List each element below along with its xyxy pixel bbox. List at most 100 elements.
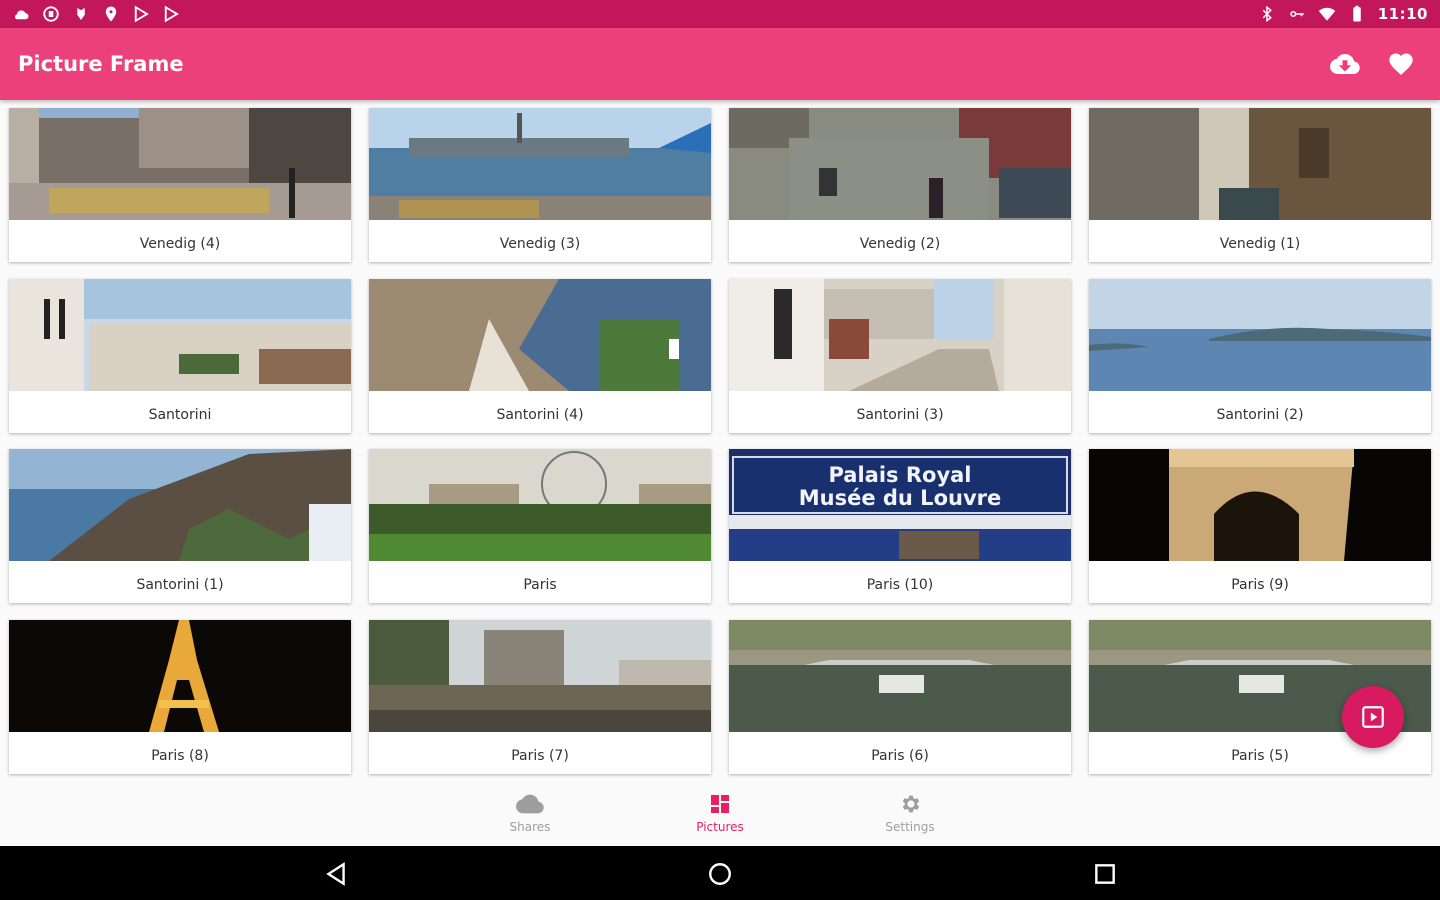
app-actions xyxy=(1330,49,1422,79)
picture-card-label: Paris (7) xyxy=(511,748,569,764)
picture-thumbnail xyxy=(9,449,351,561)
picture-thumbnail xyxy=(369,279,711,391)
thumbnail-image xyxy=(1089,279,1431,391)
picture-card-label: Venedig (3) xyxy=(499,236,581,252)
picture-card-label: Paris xyxy=(523,577,557,593)
picture-thumbnail xyxy=(729,108,1071,220)
nav-item-label: Pictures xyxy=(696,820,744,834)
picture-card-label: Venedig (1) xyxy=(1219,236,1301,252)
thumbnail-image xyxy=(9,279,351,391)
wifi-icon xyxy=(1318,7,1335,21)
thumbnail-image xyxy=(729,620,1071,732)
status-time: 11:10 xyxy=(1377,5,1428,23)
thumbnail-image xyxy=(369,620,711,732)
nav-item-label: Settings xyxy=(885,820,935,834)
dashboard-icon xyxy=(711,795,729,813)
slideshow-icon xyxy=(1362,706,1384,728)
picture-thumbnail xyxy=(9,108,351,220)
picture-card-label: Paris (8) xyxy=(151,748,209,764)
play-store-icon-2 xyxy=(164,5,179,23)
dropbox-icon xyxy=(43,6,59,22)
thumbnail-image xyxy=(369,108,711,220)
bottom-navigation: Shares Pictures Settings xyxy=(0,780,1440,846)
picture-card[interactable]: Paris (6) xyxy=(729,620,1071,774)
picture-card[interactable]: Santorini xyxy=(9,279,351,433)
picture-card-label: Paris (9) xyxy=(1231,577,1289,593)
status-bar: 11:10 xyxy=(0,0,1440,28)
picture-card[interactable]: Venedig (1) xyxy=(1089,108,1431,262)
metro-sign-line1: Palais Royal xyxy=(828,463,971,487)
picture-thumbnail xyxy=(729,279,1071,391)
picture-card[interactable]: Venedig (2) xyxy=(729,108,1071,262)
notification-icon xyxy=(77,8,85,20)
thumbnail-image: Palais RoyalMusée du Louvre xyxy=(729,449,1071,561)
picture-card[interactable]: Santorini (4) xyxy=(369,279,711,433)
nav-item-shares[interactable]: Shares xyxy=(435,780,625,846)
picture-thumbnail xyxy=(9,620,351,732)
thumbnail-image xyxy=(9,449,351,561)
battery-icon xyxy=(1353,5,1361,22)
recents-icon[interactable] xyxy=(1092,861,1118,887)
picture-card-label: Venedig (4) xyxy=(139,236,221,252)
slideshow-fab[interactable] xyxy=(1342,686,1404,748)
location-icon xyxy=(105,6,117,22)
thumbnail-image xyxy=(1089,108,1431,220)
home-icon[interactable] xyxy=(707,861,733,887)
picture-card-label: Venedig (2) xyxy=(859,236,941,252)
picture-thumbnail xyxy=(9,279,351,391)
status-right-icons: 11:10 xyxy=(1258,5,1428,23)
thumbnail-image xyxy=(369,449,711,561)
app-bar: Picture Frame xyxy=(0,28,1440,100)
picture-card-label: Santorini (4) xyxy=(496,407,584,423)
thumbnail-image xyxy=(729,279,1071,391)
picture-card[interactable]: Venedig (3) xyxy=(369,108,711,262)
thumbnail-image xyxy=(9,108,351,220)
picture-card[interactable]: Santorini (3) xyxy=(729,279,1071,433)
picture-thumbnail xyxy=(1089,108,1431,220)
heart-icon xyxy=(1389,53,1413,75)
picture-card[interactable]: Paris xyxy=(369,449,711,603)
bluetooth-icon xyxy=(1262,5,1272,23)
thumbnail-image xyxy=(9,620,351,732)
picture-thumbnail xyxy=(1089,449,1431,561)
status-left-icons xyxy=(12,5,180,23)
cloud-download-button[interactable] xyxy=(1330,49,1360,79)
vpn-key-icon xyxy=(1290,11,1304,17)
picture-card[interactable]: Paris (9) xyxy=(1089,449,1431,603)
picture-card-label: Santorini (2) xyxy=(1216,407,1304,423)
picture-card[interactable]: Paris (8) xyxy=(9,620,351,774)
picture-thumbnail xyxy=(369,620,711,732)
app-title: Picture Frame xyxy=(18,52,184,76)
thumbnail-image xyxy=(1089,449,1431,561)
picture-thumbnail xyxy=(729,620,1071,732)
picture-card[interactable]: Santorini (2) xyxy=(1089,279,1431,433)
back-icon[interactable] xyxy=(323,861,349,887)
picture-thumbnail xyxy=(369,108,711,220)
play-store-icon xyxy=(134,5,149,23)
picture-card[interactable]: Palais Royal Musée du Louvre Paris (10) xyxy=(729,449,1071,603)
picture-thumbnail: Palais Royal Musée du Louvre xyxy=(729,449,1071,561)
picture-card-label: Santorini (3) xyxy=(856,407,944,423)
cloud-icon xyxy=(15,10,29,20)
picture-thumbnail xyxy=(1089,279,1431,391)
picture-card[interactable]: Santorini (1) xyxy=(9,449,351,603)
picture-card-label: Santorini xyxy=(148,407,212,423)
nav-item-label: Shares xyxy=(509,820,551,834)
cloud-download-icon xyxy=(1330,54,1360,74)
system-navigation-bar xyxy=(0,846,1440,900)
gear-icon xyxy=(902,795,920,813)
favorites-button[interactable] xyxy=(1386,49,1416,79)
thumbnail-image xyxy=(369,279,711,391)
picture-card[interactable]: Venedig (4) xyxy=(9,108,351,262)
picture-card[interactable]: Paris (7) xyxy=(369,620,711,774)
cloud-icon xyxy=(516,794,544,814)
picture-card-label: Paris (6) xyxy=(871,748,929,764)
nav-item-pictures[interactable]: Pictures xyxy=(625,780,815,846)
nav-item-settings[interactable]: Settings xyxy=(815,780,1005,846)
picture-card-label: Santorini (1) xyxy=(136,577,224,593)
picture-card-label: Paris (10) xyxy=(866,577,934,593)
metro-sign-line2: Musée du Louvre xyxy=(799,486,1001,510)
picture-grid: Venedig (4) Venedig (3) Venedig (2) Venedig… xyxy=(0,108,1440,778)
picture-thumbnail xyxy=(369,449,711,561)
thumbnail-image xyxy=(729,108,1071,220)
